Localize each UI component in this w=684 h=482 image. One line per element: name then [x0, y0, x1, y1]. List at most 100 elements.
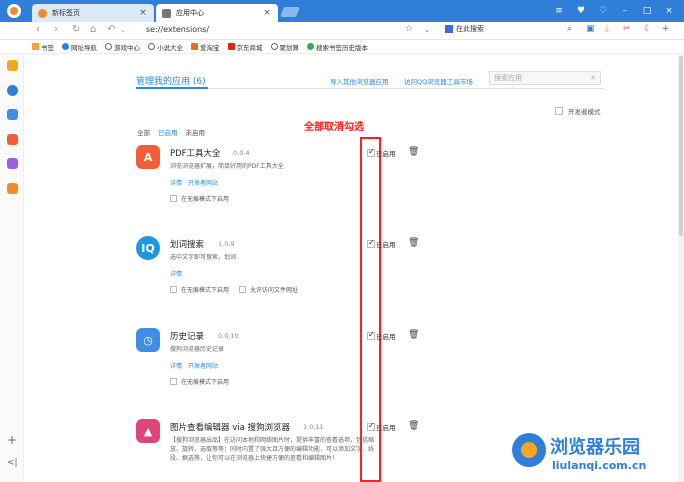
search-engine-icon — [445, 25, 453, 33]
sidebar-qq-icon[interactable] — [7, 85, 18, 96]
bookmark-item[interactable]: 爱淘宝 — [191, 42, 220, 52]
details-link[interactable]: 详情 — [170, 361, 182, 370]
developer-mode-toggle[interactable]: 开发者模式 — [555, 106, 601, 116]
bookmark-item[interactable]: 书签 — [32, 42, 54, 52]
details-link[interactable]: 详情 — [170, 178, 182, 187]
developer-site-link[interactable]: 开发者网站 — [188, 361, 218, 370]
star-icon[interactable]: ☆ — [405, 24, 413, 34]
tab-app-center[interactable]: 应用中心 × — [156, 4, 278, 22]
back-icon[interactable]: ‹ — [36, 24, 40, 35]
extension-version: 1.0.9 — [218, 240, 235, 248]
chevron-down-icon[interactable]: ⌄ — [424, 26, 430, 34]
trash-icon[interactable]: 🗑 — [408, 238, 419, 248]
refresh-icon[interactable]: ↻ — [72, 24, 80, 35]
bookmark-item[interactable]: 搜索书签历史版本 — [307, 42, 368, 52]
search-apps-input[interactable]: 搜索应用 — [489, 71, 601, 85]
scrollbar-thumb[interactable] — [679, 56, 683, 236]
tab-favicon-icon — [38, 8, 47, 18]
new-tab-button[interactable] — [280, 7, 300, 17]
incognito-option[interactable]: 在无痕模式下启用 — [170, 194, 229, 203]
tab-favicon-icon — [162, 8, 171, 18]
browser-logo-icon[interactable] — [7, 4, 21, 18]
incognito-option[interactable]: 在无痕模式下启用 — [170, 285, 229, 294]
search-icon[interactable]: ⌕ — [591, 73, 595, 83]
globe-icon — [148, 43, 155, 50]
enabled-checkbox[interactable] — [367, 330, 375, 340]
tab-close-icon[interactable]: × — [138, 8, 148, 18]
sidebar-tools-icon[interactable] — [7, 158, 18, 169]
import-apps-link[interactable]: 导入其他浏览器应用 — [330, 76, 389, 86]
extension-version: 0.0.4 — [233, 149, 250, 157]
sidebar-notes-icon[interactable] — [7, 60, 18, 71]
tab-new-tab[interactable]: 新标签页 × — [32, 4, 154, 22]
chrome-icon — [307, 43, 314, 50]
sidebar-add-icon[interactable]: + — [7, 433, 17, 447]
enabled-checkbox[interactable] — [367, 147, 375, 157]
file-access-option[interactable]: 允许访问文件网址 — [239, 285, 298, 294]
incognito-checkbox[interactable] — [170, 286, 177, 293]
enabled-toggle[interactable]: 已启用 — [367, 421, 396, 432]
enabled-toggle[interactable]: 已启用 — [367, 238, 396, 249]
developer-mode-checkbox[interactable] — [555, 107, 563, 115]
enabled-checkbox[interactable] — [367, 421, 375, 431]
page-title[interactable]: 管理我的应用 (6) — [136, 74, 206, 87]
trash-icon[interactable]: 🗑 — [408, 147, 419, 157]
bookmarks-bar: 书签 网址导航 游戏中心 小说大全 爱淘宝 京东商城 聚划算 搜索书签历史版本 — [0, 40, 684, 54]
file-access-checkbox[interactable] — [239, 286, 247, 293]
bookmark-item[interactable]: 小说大全 — [148, 42, 183, 52]
word-search-icon: IQ — [136, 236, 160, 260]
bookmark-item[interactable]: 京东商城 — [227, 42, 263, 52]
extension-name: 划词搜索 — [170, 240, 205, 250]
details-link[interactable]: 详情 — [170, 269, 182, 278]
filter-all[interactable]: 全部 — [137, 127, 150, 137]
enabled-label: 已启用 — [376, 150, 396, 158]
enabled-checkbox[interactable] — [367, 238, 375, 248]
incognito-checkbox[interactable] — [170, 378, 177, 385]
screenshot-icon[interactable]: ✂ — [623, 24, 631, 34]
extension-icon[interactable]: ▣ — [586, 24, 595, 34]
visit-store-link[interactable]: 访问QQ浏览器工具市场 — [404, 76, 473, 86]
extension-options: 在无痕模式下启用 — [170, 194, 229, 203]
sidebar-search-icon[interactable] — [7, 183, 18, 194]
enabled-toggle[interactable]: 已启用 — [367, 330, 396, 341]
developer-site-link[interactable]: 开发者网站 — [188, 178, 218, 187]
taobao-icon — [191, 43, 198, 50]
tab-close-icon[interactable]: × — [262, 8, 272, 18]
home-icon[interactable]: ⌂ — [90, 24, 96, 35]
enabled-toggle[interactable]: 已启用 — [367, 147, 396, 158]
trash-icon[interactable]: 🗑 — [408, 421, 419, 431]
chevron-down-icon[interactable]: ⌄ — [120, 26, 126, 34]
download-icon[interactable]: ⤓ — [605, 24, 609, 34]
filter-disabled[interactable]: 未启用 — [186, 127, 206, 137]
incognito-option[interactable]: 在无痕模式下启用 — [170, 377, 229, 386]
menu-icon[interactable]: ≡ — [548, 3, 570, 19]
window-controls: ≡ ♥ ♡ – □ × — [548, 3, 680, 19]
forward-icon[interactable]: › — [54, 24, 58, 35]
sidebar-pdf-icon[interactable] — [7, 134, 18, 145]
bookmark-item[interactable]: 游戏中心 — [105, 42, 140, 52]
extension-name: 历史记录 — [170, 332, 205, 342]
trash-icon[interactable]: 🗑 — [408, 330, 419, 340]
minimize-button[interactable]: – — [614, 3, 636, 19]
bookmark-item[interactable]: 聚划算 — [270, 42, 299, 52]
skin-icon[interactable]: ♡ — [592, 3, 614, 19]
bookmark-item[interactable]: 网址导航 — [62, 42, 97, 52]
sidebar-collapse-icon[interactable]: <| — [7, 458, 18, 468]
star-icon — [32, 43, 39, 50]
night-mode-icon[interactable]: ☾ — [644, 24, 652, 34]
search-engine-box[interactable]: 在此搜索 — [445, 24, 484, 34]
extension-version: 0.0.10 — [218, 332, 239, 340]
add-icon[interactable]: + — [662, 24, 670, 34]
search-icon[interactable]: ⌕ — [567, 24, 572, 34]
maximize-button[interactable]: □ — [636, 3, 658, 19]
undo-icon[interactable]: ↶ — [107, 24, 115, 35]
filter-enabled[interactable]: 已启用 — [158, 127, 178, 137]
sidebar: + <| — [0, 54, 24, 482]
favorite-icon[interactable]: ♥ — [570, 3, 592, 19]
url-input[interactable]: se://extensions/ — [146, 25, 209, 34]
search-engine-label: 在此搜索 — [456, 25, 484, 33]
incognito-checkbox[interactable] — [170, 195, 177, 202]
sidebar-cloud-icon[interactable] — [7, 109, 18, 120]
close-window-button[interactable]: × — [658, 3, 680, 19]
developer-mode-label: 开发者模式 — [568, 108, 601, 116]
